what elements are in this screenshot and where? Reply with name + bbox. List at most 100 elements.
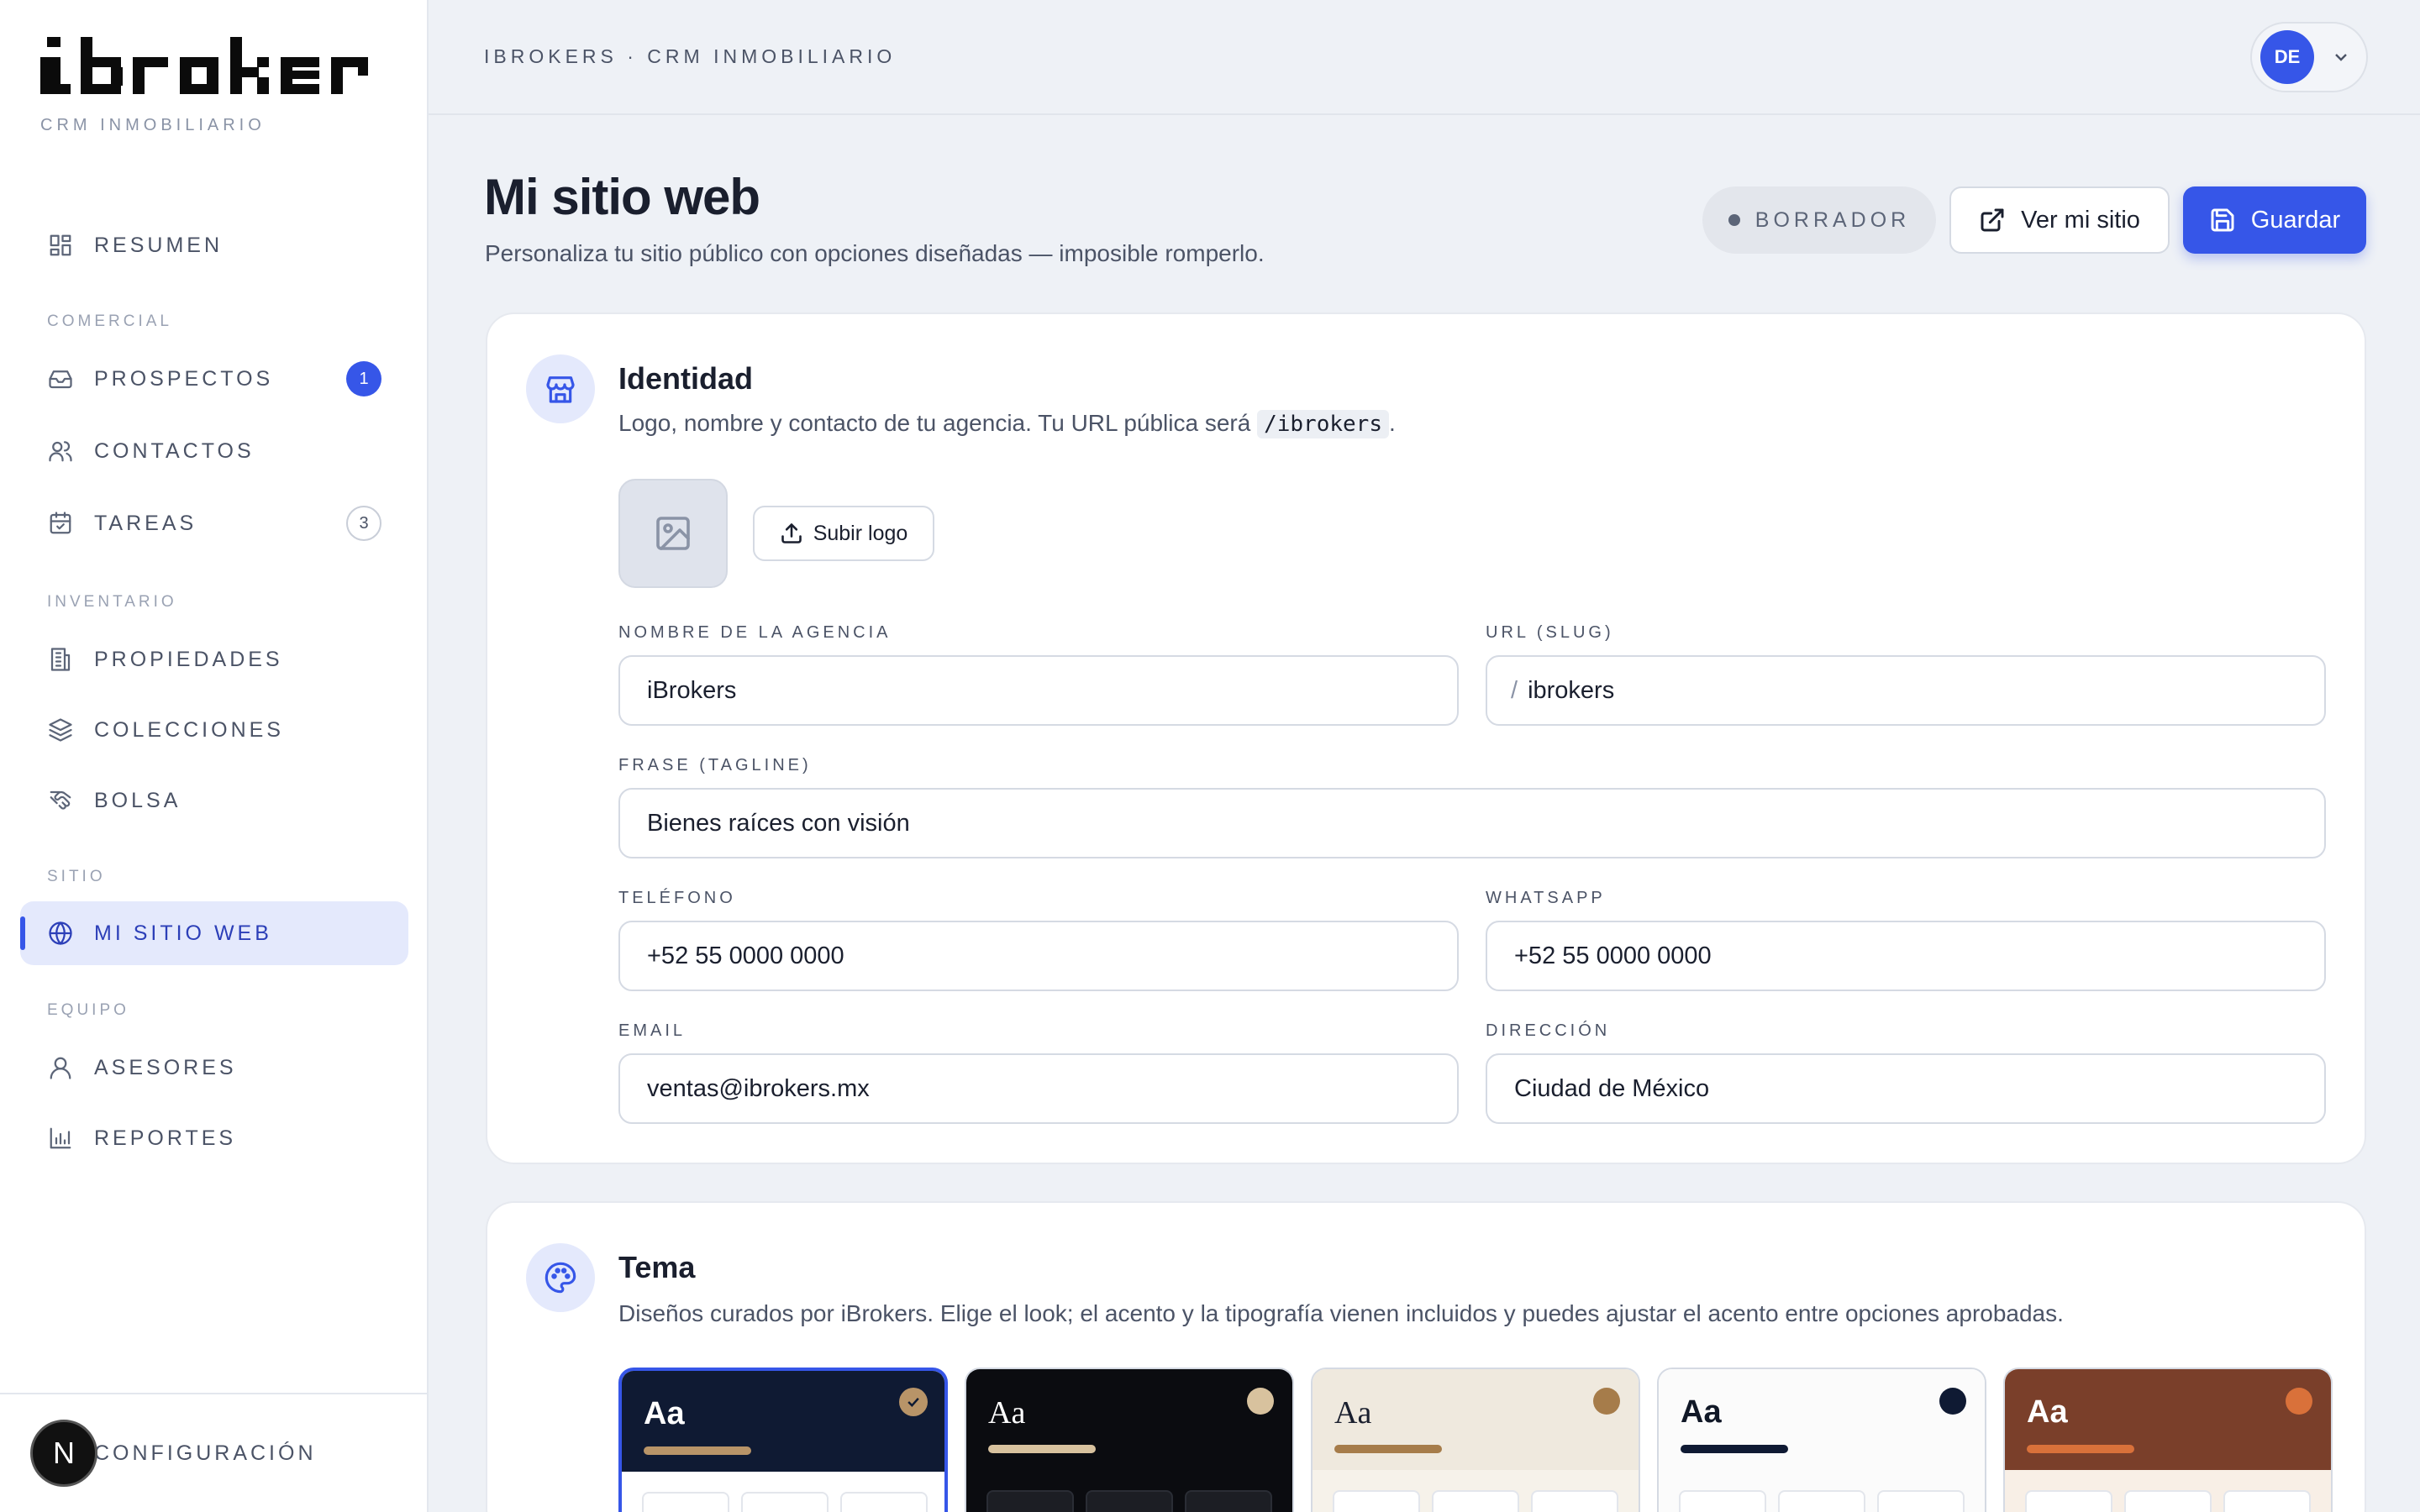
ibroker-logo[interactable] [40,37,393,101]
theme-preview-body [1659,1470,1985,1512]
identity-card: Identidad Logo, nombre y contacto de tu … [486,312,2366,1164]
status-dot [1728,214,1740,226]
count-badge: 1 [346,361,381,396]
theme-preview-header: Aa [1659,1369,1985,1470]
check-icon [899,1388,928,1416]
slug-label: URL (SLUG) [1486,623,1614,642]
page-subtitle: Personaliza tu sitio público con opcione… [485,240,1265,266]
sidebar-item-reportes[interactable]: REPORTES [20,1106,408,1170]
theme-preview-header: Aa [622,1371,944,1472]
theme-option[interactable]: Aa [1311,1368,1640,1512]
theme-sample-text: Aa [644,1396,685,1431]
sidebar-item-propiedades[interactable]: PROPIEDADES [20,627,408,691]
view-site-button[interactable]: Ver mi sitio [1949,186,2170,254]
theme-preview-tile [840,1492,928,1512]
sidebar-item-mi-sitio-web[interactable]: MI SITIO WEB [20,901,408,965]
theme-sample-text: Aa [2027,1394,2068,1430]
theme-preview-tile [642,1492,729,1512]
view-site-label: Ver mi sitio [2021,206,2140,234]
sidebar-item-label: RESUMEN [94,233,224,257]
theme-description: Diseños curados por iBrokers. Elige el l… [618,1300,2064,1326]
section-equipo: EQUIPO [47,1001,129,1019]
theme-preview-tile [1185,1490,1272,1512]
theme-title: Tema [618,1250,696,1284]
users-icon [47,438,74,465]
external-link-icon [1981,208,2004,232]
dev-avatar[interactable]: N [30,1420,97,1487]
theme-accent-dot [1939,1388,1966,1415]
save-button[interactable]: Guardar [2183,186,2366,254]
logo-placeholder[interactable] [618,479,728,588]
breadcrumb: IBROKERS · CRM INMOBILIARIO [484,45,897,67]
address-label: DIRECCIÓN [1486,1021,1611,1040]
tagline-input[interactable]: Bienes raíces con visión [618,788,2326,858]
sidebar-item-label: PROSPECTOS [94,366,274,391]
sidebar-item-resumen[interactable]: RESUMEN [20,213,408,277]
user-icon [47,1054,74,1081]
slug-input[interactable]: / ibrokers [1486,655,2326,726]
sidebar-item-tareas[interactable]: TAREAS 3 [20,491,408,555]
theme-sample-text: Aa [1334,1395,1372,1431]
theme-accent-dot [2286,1388,2312,1415]
agency-name-input[interactable]: iBrokers [618,655,1459,726]
theme-accent-dot [1247,1388,1274,1415]
theme-option[interactable]: Aa [618,1368,948,1512]
image-icon [656,517,690,550]
sidebar-item-label: TAREAS [94,511,197,535]
sidebar-item-asesores[interactable]: ASESORES [20,1036,408,1100]
theme-option[interactable]: Aa [965,1368,1294,1512]
top-bar: IBROKERS · CRM INMOBILIARIO DE [429,0,2420,115]
sidebar-item-label: COLECCIONES [94,717,284,742]
avatar: DE [2260,30,2314,84]
theme-preview-header: Aa [966,1369,1292,1470]
slug-value: ibrokers [1528,676,1615,704]
user-menu[interactable]: DE [2250,22,2368,92]
status-label: BORRADOR [1754,207,1911,232]
address-input[interactable]: Ciudad de México [1486,1053,2326,1124]
theme-preview-body [622,1472,944,1512]
calendar-check-icon [47,510,74,537]
theme-option[interactable]: Aa [1657,1368,1986,1512]
handshake-icon [47,787,74,814]
theme-preview-header: Aa [1313,1369,1639,1470]
theme-card: Tema Diseños curados por iBrokers. Elige… [486,1201,2366,1512]
theme-option[interactable]: Aa [2003,1368,2333,1512]
theme-sample-text: Aa [1681,1394,1722,1430]
slug-prefix: / [1511,676,1518,704]
store-icon [526,354,595,423]
phone-input[interactable]: +52 55 0000 0000 [618,921,1459,991]
tagline-label: FRASE (TAGLINE) [618,756,812,774]
theme-accent-bar [2027,1445,2134,1453]
sidebar-item-label: REPORTES [94,1126,237,1150]
page-title: Mi sitio web [484,169,760,225]
section-sitio: SITIO [47,868,106,885]
sidebar-item-bolsa[interactable]: BOLSA [20,769,408,832]
section-comercial: COMERCIAL [47,312,172,330]
upload-logo-button[interactable]: Subir logo [753,506,934,561]
email-input[interactable]: ventas@ibrokers.mx [618,1053,1459,1124]
whatsapp-input[interactable]: +52 55 0000 0000 [1486,921,2326,991]
sidebar-item-prospectos[interactable]: PROSPECTOS 1 [20,347,408,411]
public-url-code: /ibrokers [1257,410,1389,438]
sidebar-item-configuracion[interactable]: CONFIGURACIÓN [94,1441,317,1466]
sidebar-item-label: MI SITIO WEB [94,921,272,945]
identity-description: Logo, nombre y contacto de tu agencia. T… [618,410,1396,438]
sidebar-item-label: BOLSA [94,788,182,812]
theme-accent-bar [988,1445,1096,1453]
phone-label: TELÉFONO [618,889,736,907]
logo-subtitle: CRM INMOBILIARIO [40,116,266,134]
chevron-down-icon [2335,54,2347,61]
dashboard-icon [47,232,74,259]
layers-icon [47,717,74,743]
identity-title: Identidad [618,361,753,396]
whatsapp-label: WHATSAPP [1486,889,1606,907]
sidebar-item-colecciones[interactable]: COLECCIONES [20,698,408,762]
theme-preview-tile [1531,1490,1618,1512]
theme-preview-header: Aa [2005,1369,2331,1470]
building-icon [47,646,74,673]
theme-preview-tile [2223,1490,2311,1512]
theme-preview-tile [741,1492,829,1512]
theme-preview-tile [1679,1490,1766,1512]
sidebar-item-contactos[interactable]: CONTACTOS [20,419,408,483]
theme-preview-body [1313,1470,1639,1512]
